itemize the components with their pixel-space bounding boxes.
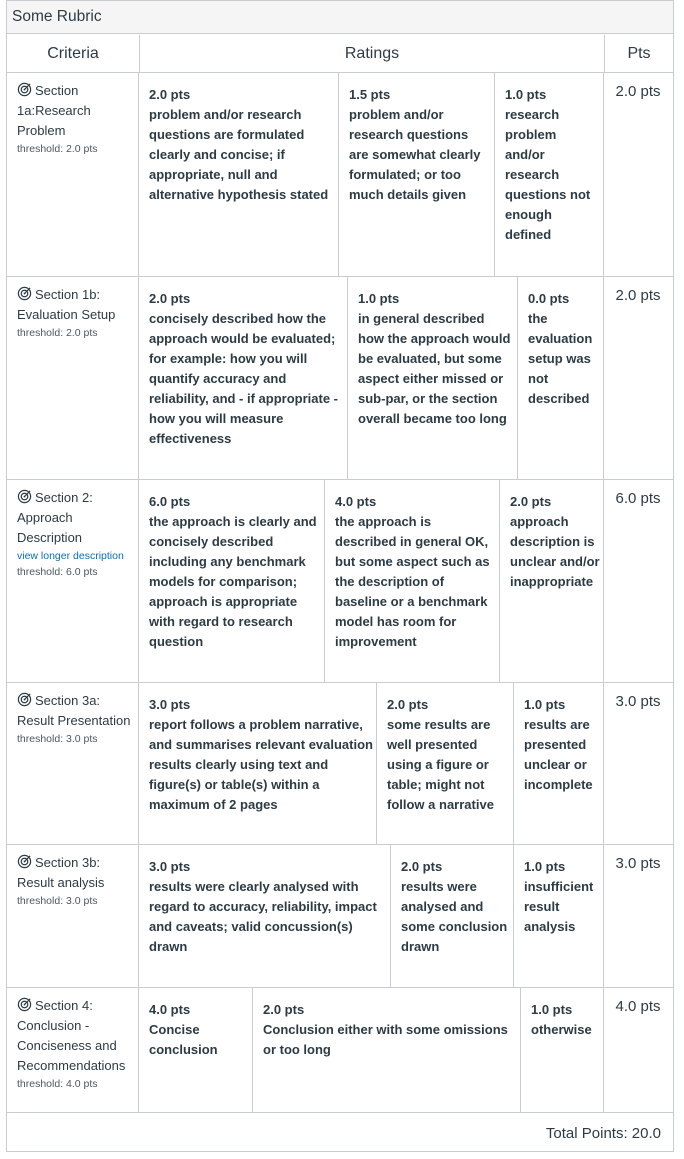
rating-points: 2.0 pts [401,859,443,874]
criterion-description: Section 1b: Evaluation Setup threshold: … [17,285,135,341]
rating-points: 1.5 pts [349,87,391,102]
rating-cell: 1.0 pts insufficient result analysis [524,857,600,937]
rating-cell: 2.0 pts concisely described how the appr… [149,289,345,449]
rating-cell: 3.0 pts report follows a problem narrati… [149,695,373,815]
target-icon [17,997,32,1012]
rating-cell: 0.0 pts the evaluation setup was not des… [528,289,600,409]
rating-points: 3.0 pts [149,859,191,874]
rating-cell: 6.0 pts the approach is clearly and conc… [149,492,319,652]
rubric-table: Some Rubric Criteria Ratings Pts Section… [6,0,674,1152]
rating-cell: 1.0 pts in general described how the app… [358,289,514,429]
rating-cell: 2.0 pts problem and/or research question… [149,85,335,205]
rating-description: the approach is described in general OK,… [335,514,490,649]
criterion-threshold: threshold: 3.0 pts [17,733,98,745]
criterion-points: 2.0 pts [615,83,661,100]
rating-points: 2.0 pts [387,697,429,712]
view-longer-description-link[interactable]: view longer description [17,548,135,564]
criterion-points: 6.0 pts [615,490,661,507]
target-icon [17,489,32,504]
target-icon [17,854,32,869]
rubric-title: Some Rubric [7,1,673,34]
criterion-threshold: threshold: 3.0 pts [17,895,98,907]
rating-points: 0.0 pts [528,291,570,306]
rating-description: problem and/or research questions are fo… [149,107,329,202]
rating-description: concisely described how the approach wou… [149,311,339,446]
rating-points: 1.0 pts [505,87,547,102]
criterion-points: 2.0 pts [615,287,661,304]
criterion-description: Section 3a: Result Presentation threshol… [17,691,135,747]
rating-points: 4.0 pts [335,494,377,509]
rating-points: 2.0 pts [510,494,552,509]
rating-points: 2.0 pts [149,87,191,102]
rating-cell: 1.0 pts results are presented unclear or… [524,695,600,795]
rating-points: 1.0 pts [524,697,566,712]
criterion-description: Section 4: Conclusion - Conciseness and … [17,996,135,1092]
total-points: Total Points: 20.0 [545,1125,661,1142]
pts-header: Pts [604,35,673,73]
rating-cell: 1.0 pts otherwise [531,1000,601,1040]
criterion-description: Section 2: Approach Description view lon… [17,488,135,580]
criterion-description: Section 3b: Result analysis threshold: 3… [17,853,135,909]
rating-cell: 2.0 pts results were analysed and some c… [401,857,509,957]
rating-description: results were analysed and some conclusio… [401,879,508,954]
rating-points: 2.0 pts [263,1002,305,1017]
rating-description: report follows a problem narrative, and … [149,717,373,812]
criterion-points: 3.0 pts [615,855,661,872]
rating-cell: 2.0 pts Conclusion either with some omis… [263,1000,515,1060]
criterion-row: Section 4: Conclusion - Conciseness and … [7,988,673,1113]
criterion-row: Section 3a: Result Presentation threshol… [7,683,673,845]
rating-description: problem and/or research questions are so… [349,107,481,202]
rating-points: 4.0 pts [149,1002,191,1017]
rating-cell: 2.0 pts approach description is unclear … [510,492,600,592]
rating-description: in general described how the approach wo… [358,311,511,426]
criterion-points: 3.0 pts [615,693,661,710]
rating-description: the approach is clearly and concisely de… [149,514,317,649]
target-icon [17,286,32,301]
rating-description: Concise conclusion [149,1022,218,1057]
criterion-row: Section 3b: Result analysis threshold: 3… [7,845,673,988]
criterion-threshold: threshold: 4.0 pts [17,1078,98,1090]
rating-cell: 1.0 pts research problem and/or research… [505,85,599,245]
rating-description: otherwise [531,1022,592,1037]
rating-description: research problem and/or research questio… [505,107,591,242]
rating-description: the evaluation setup was not described [528,311,593,406]
rating-cell: 2.0 pts some results are well presented … [387,695,509,815]
rating-description: approach description is unclear and/or i… [510,514,600,589]
criterion-name: Section 4: Conclusion - Conciseness and … [17,998,126,1073]
criterion-name: Section 3a: Result Presentation [17,693,131,728]
rating-description: results are presented unclear or incompl… [524,717,593,792]
criterion-threshold: threshold: 2.0 pts [17,327,98,339]
criteria-header: Criteria [7,35,139,73]
target-icon [17,82,32,97]
rating-points: 6.0 pts [149,494,191,509]
rating-points: 1.0 pts [531,1002,573,1017]
rating-description: some results are well presented using a … [387,717,494,812]
criterion-row: Section 1a:Research Problem threshold: 2… [7,73,673,277]
rating-cell: 4.0 pts Concise conclusion [149,1000,249,1060]
target-icon [17,692,32,707]
rating-description: Conclusion either with some omissions or… [263,1022,508,1057]
criterion-points: 4.0 pts [615,998,661,1015]
criterion-description: Section 1a:Research Problem threshold: 2… [17,81,135,157]
rating-description: results were clearly analysed with regar… [149,879,377,954]
rating-points: 2.0 pts [149,291,191,306]
criterion-threshold: threshold: 6.0 pts [17,566,98,578]
criterion-threshold: threshold: 2.0 pts [17,143,98,155]
criterion-row: Section 2: Approach Description view lon… [7,480,673,683]
criterion-row: Section 1b: Evaluation Setup threshold: … [7,277,673,480]
rating-points: 3.0 pts [149,697,191,712]
rating-points: 1.0 pts [524,859,566,874]
rating-cell: 1.5 pts problem and/or research question… [349,85,489,205]
rating-points: 1.0 pts [358,291,400,306]
rating-cell: 3.0 pts results were clearly analysed wi… [149,857,383,957]
rating-cell: 4.0 pts the approach is described in gen… [335,492,495,652]
ratings-header: Ratings [139,35,604,73]
rating-description: insufficient result analysis [524,879,594,934]
